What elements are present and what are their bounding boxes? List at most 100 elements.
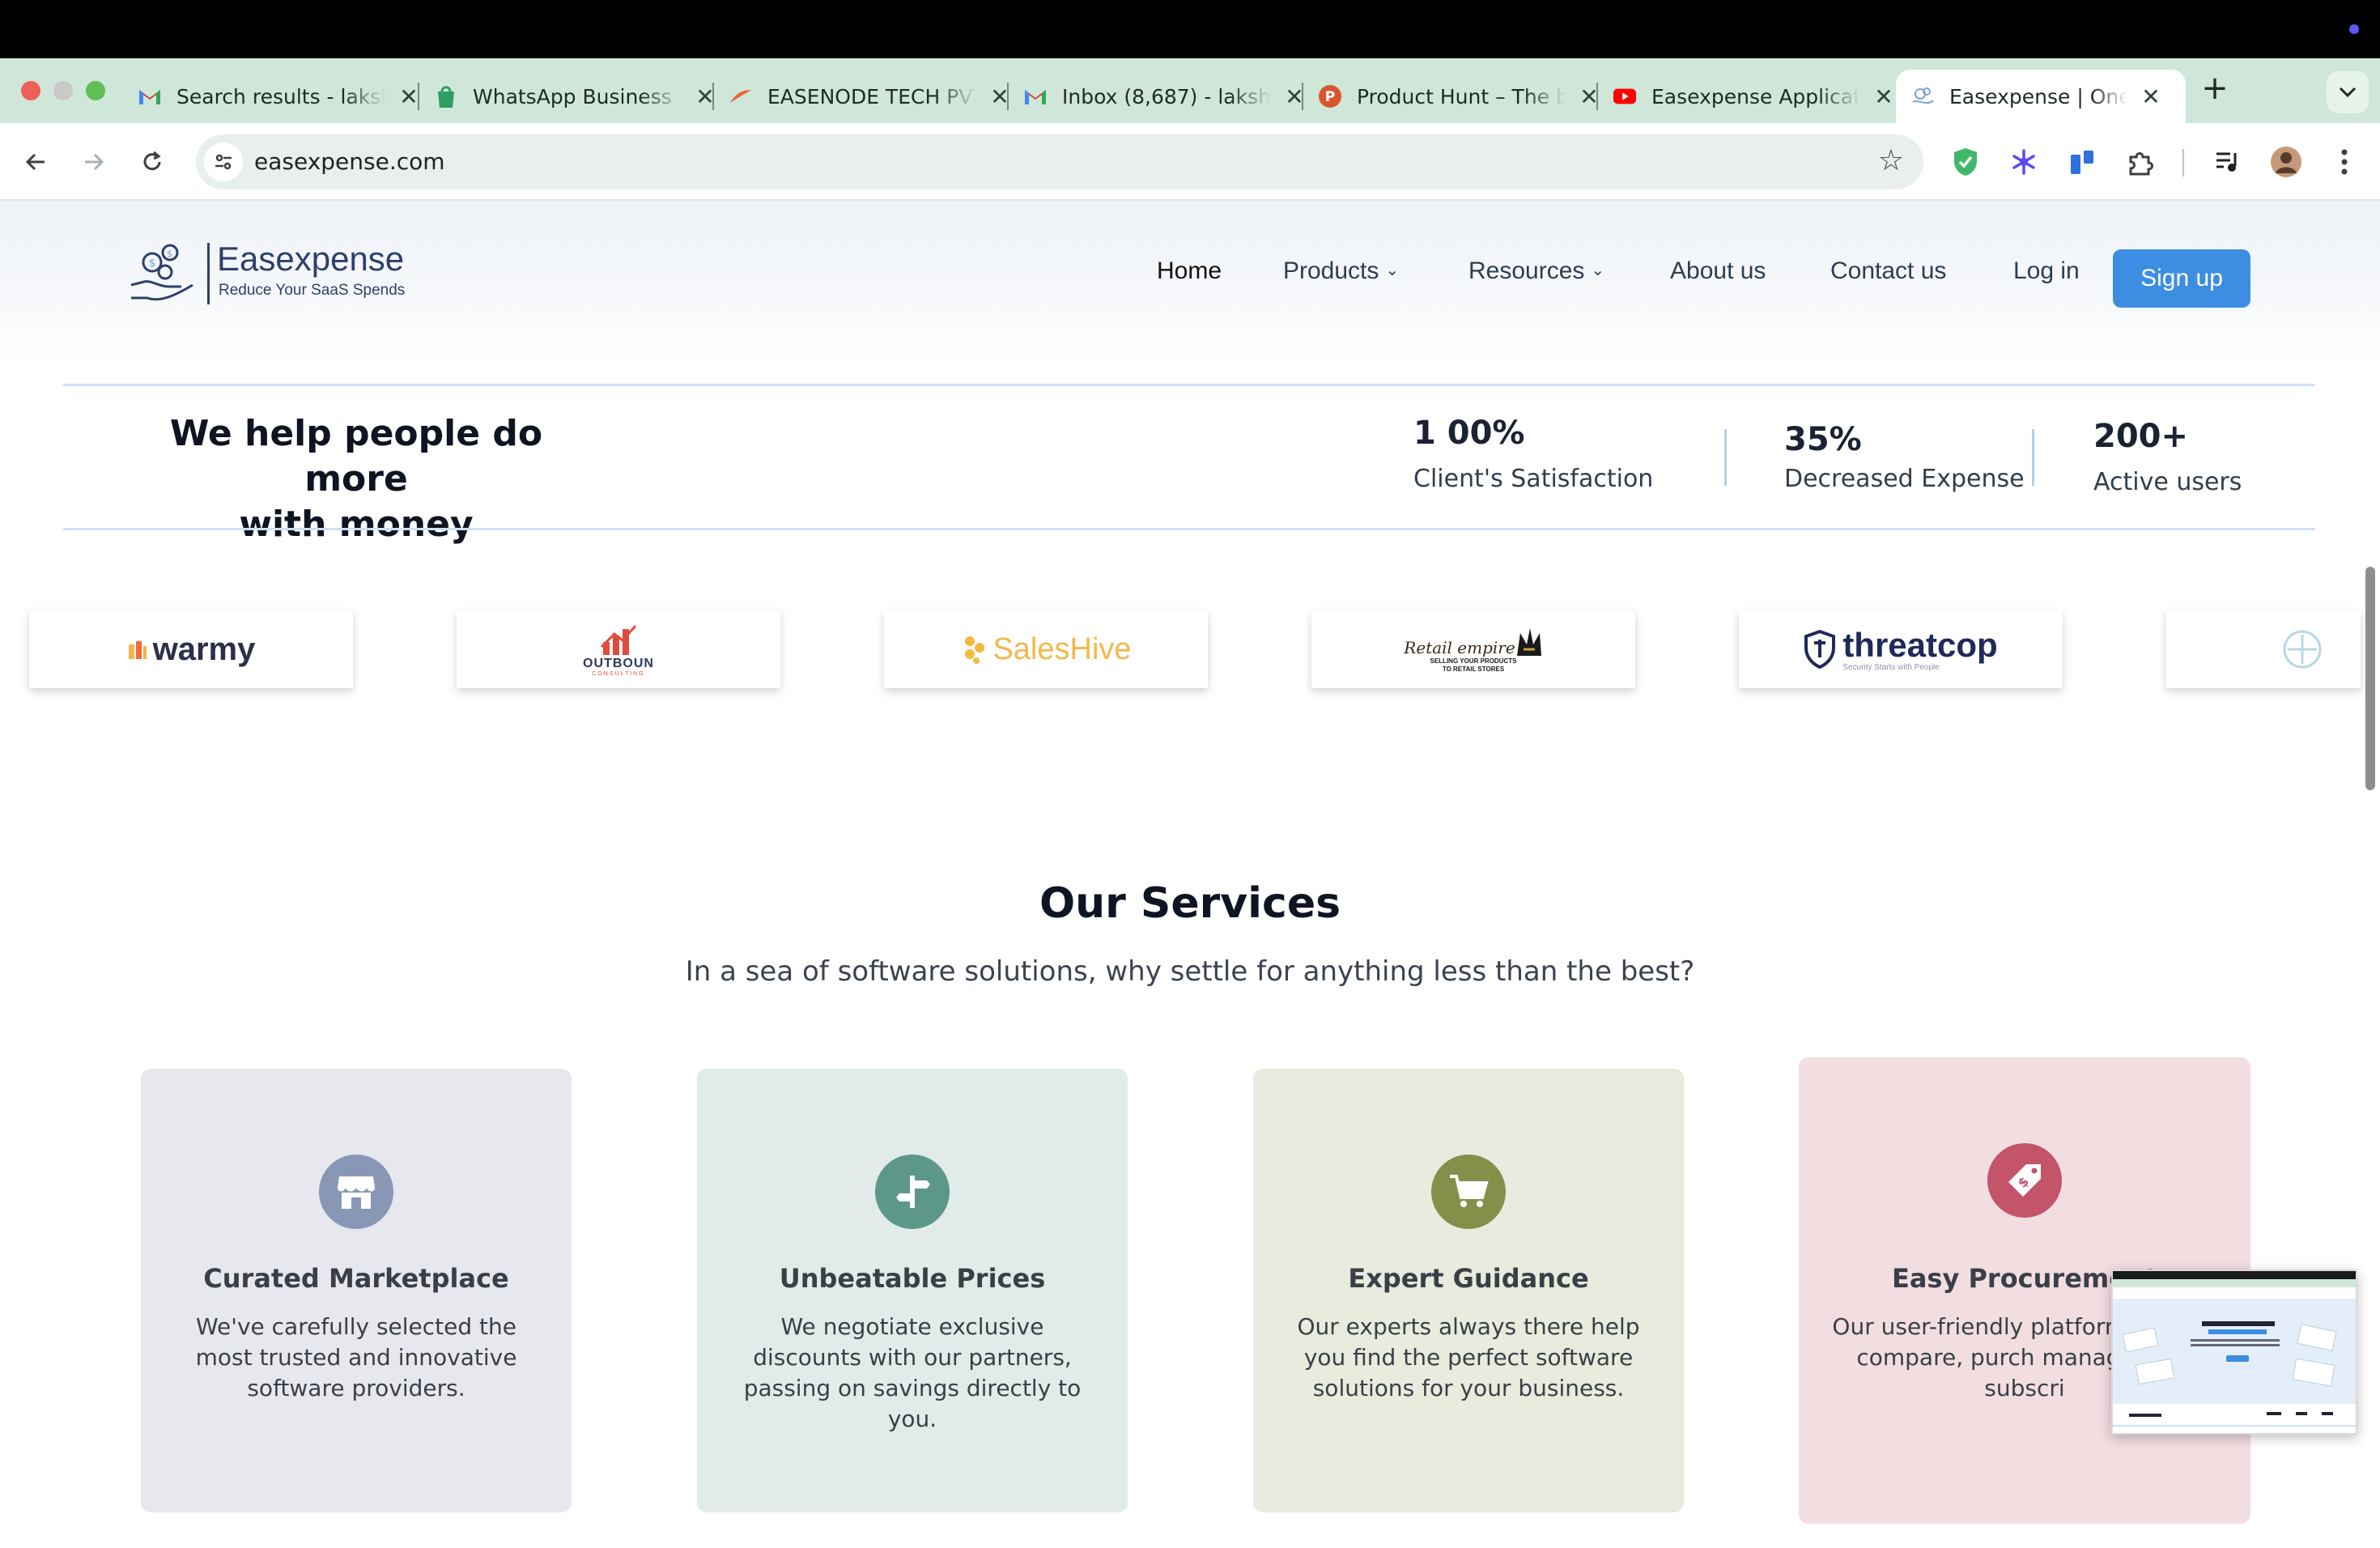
outboun-chart-icon [600,624,637,655]
arrow-right-icon [85,153,104,171]
gmail-icon [138,84,162,108]
stat-label: Client's Satisfaction [1413,465,1654,493]
partner-name: warmy [152,631,256,667]
browser-tab[interactable]: Search results - lakshmi ✕ [123,70,436,123]
stat-label: Active users [2093,468,2242,496]
service-card[interactable]: Unbeatable Prices We negotiate exclusive… [697,1069,1128,1512]
nav-products[interactable]: Products ⌄ [1283,257,1399,285]
more-menu-icon[interactable] [2325,142,2364,181]
service-card[interactable]: Expert Guidance Our experts always there… [1253,1069,1684,1512]
url-text[interactable]: easexpense.com [254,148,445,175]
gmail-icon [1023,84,1048,108]
nav-contact[interactable]: Contact us [1830,257,1946,285]
os-menu-bar [0,0,2380,58]
close-tab-icon[interactable]: ✕ [2139,83,2163,110]
tab-search-button[interactable] [2327,71,2369,113]
nav-about[interactable]: About us [1670,257,1766,285]
youtube-icon [1613,84,1637,108]
browser-tab[interactable]: Inbox (8,687) - lakshmi ✕ [1009,70,1321,123]
partner-logo-partial [2166,610,2361,688]
nav-login[interactable]: Log in [2013,257,2080,285]
band-headline: We help people do more with money [113,411,599,547]
chevron-down-icon: ⌄ [1385,262,1400,279]
browser-tab-active[interactable]: Easexpense | One Place ✕ [1896,70,2186,123]
bookmark-star-icon[interactable]: ☆ [1878,144,1904,177]
svg-text:$: $ [167,249,172,259]
browser-toolbar: easexpense.com ☆ [0,123,2380,201]
browser-tab[interactable]: Easexpense Application ✕ [1598,70,1910,123]
partner-name: OUTBOUN [583,656,654,670]
page-scrollbar[interactable] [2365,567,2375,790]
reload-icon [143,151,161,171]
stat-value: 35% [1784,421,1862,458]
card-title: Expert Guidance [1348,1263,1589,1294]
partner-sub: Security Starts with People [1842,662,1940,672]
browser-tab[interactable]: WhatsApp Business ✕ [419,70,732,123]
store-icon [319,1155,393,1229]
chevron-down-icon: ⌄ [1591,262,1605,279]
media-control-icon[interactable] [2208,142,2247,181]
service-card[interactable]: Curated Marketplace We've carefully sele… [141,1069,572,1512]
stat-value: 1 00% [1413,415,1525,452]
window-minimize-button[interactable] [53,81,73,100]
address-bar[interactable]: easexpense.com ☆ [196,134,1923,189]
shield-extension-icon[interactable] [1946,142,1985,181]
window-zoom-button[interactable] [86,81,105,100]
nav-products-label: Products [1283,257,1379,284]
tab-title: WhatsApp Business [473,84,672,108]
nav-resources-label: Resources [1468,257,1585,284]
tab-title: Easexpense | One Place [1949,84,2127,108]
tab-title: Inbox (8,687) - lakshmi [1062,84,1271,108]
window-close-button[interactable] [21,81,40,100]
nav-home[interactable]: Home [1157,257,1222,285]
tab-title: Product Hunt – The best [1357,84,1566,108]
tab-title: Easexpense Application [1651,84,1860,108]
card-title: Curated Marketplace [203,1263,509,1294]
services-subtitle: In a sea of software solutions, why sett… [685,955,1695,988]
signup-button[interactable]: Sign up [2113,249,2250,308]
site-info-icon[interactable] [204,142,243,181]
producthunt-icon: P [1318,84,1342,108]
browser-tab[interactable]: P Product Hunt – The best ✕ [1303,70,1616,123]
forward-button[interactable] [78,146,110,178]
nav-resources[interactable]: Resources ⌄ [1468,257,1604,285]
stat-label: Decreased Expense [1784,465,2025,493]
site-logo[interactable]: $ $ Easexpense Reduce Your SaaS Spends [128,236,419,309]
price-tag-icon: $ [1987,1143,2062,1218]
partner-logo-retail-empire: Retail empire SELLING YOUR PRODUCTS TO R… [1311,610,1635,688]
status-dot [2349,24,2359,34]
easexpense-favicon [1910,84,1935,108]
card-description: We negotiate exclusive discounts with ou… [743,1313,1082,1432]
partner-logo-warmy: warmy [29,610,353,688]
close-tab-icon[interactable]: ✕ [1872,83,1896,110]
stat-divider [2032,429,2034,486]
easenode-icon [729,84,753,108]
svg-text:$: $ [149,257,155,270]
reload-button[interactable] [136,146,168,178]
threatcop-shield-icon [1804,630,1836,669]
partner-sub: CONSULTING [592,670,645,677]
new-tab-button[interactable]: + [2199,70,2231,107]
browser-tab[interactable]: EASENODE TECH PVT ✕ [714,70,1026,123]
headline-line: with money [239,504,474,545]
partner-name: SalesHive [992,632,1132,666]
card-description: We've carefully selected the most truste… [195,1313,517,1401]
warmy-bars-icon [128,641,147,659]
snowflake-extension-icon[interactable] [2004,142,2043,181]
band-top-rule [63,384,2315,386]
brand-tagline: Reduce Your SaaS Spends [219,282,406,299]
brand-name: Easexpense [217,240,405,278]
card-description: Our experts always there help you find t… [1297,1313,1640,1401]
chevron-down-icon [2339,87,2357,98]
cart-icon [1431,1155,1506,1229]
back-button[interactable] [19,146,52,178]
puzzle-extensions-icon[interactable] [2121,142,2160,181]
toolbar-divider [2182,149,2184,176]
headline-line: We help people do more [169,413,543,500]
crown-icon [1516,628,1541,656]
screenshot-preview-thumbnail[interactable] [2111,1269,2357,1435]
avatar[interactable] [2267,142,2306,181]
partner-sub: SELLING YOUR PRODUCTS TO RETAIL STORES [1430,657,1517,673]
tab-title: EASENODE TECH PVT [767,84,976,108]
trello-extension-icon[interactable] [2063,142,2102,181]
